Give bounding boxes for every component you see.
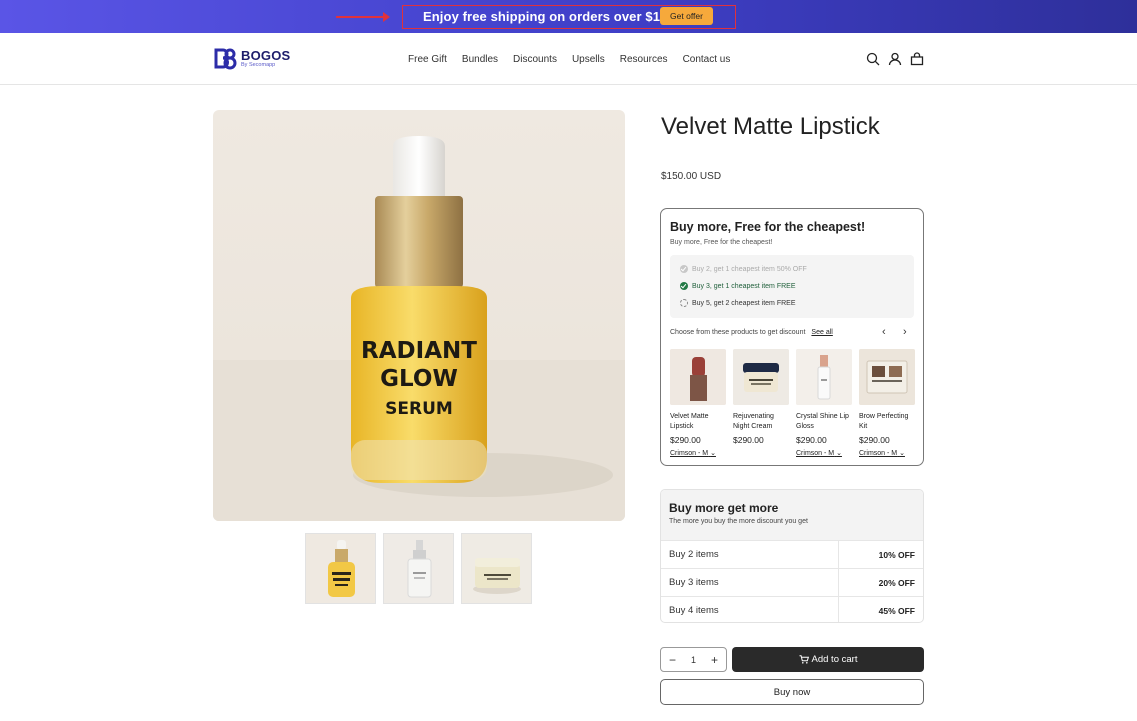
quantity-decrease-button[interactable]: − xyxy=(669,654,676,666)
product-name: Crystal Shine Lip Gloss xyxy=(796,413,849,430)
get-offer-button[interactable]: Get offer xyxy=(660,7,713,25)
dashed-circle-icon xyxy=(680,299,688,307)
offer-subtitle: Buy more, Free for the cheapest! xyxy=(670,239,773,246)
nav-bundles[interactable]: Bundles xyxy=(462,54,498,65)
search-icon[interactable] xyxy=(866,52,880,66)
tier-pending: Buy 5, get 2 cheapest item FREE xyxy=(680,299,796,307)
announcement-bar: Enjoy free shipping on orders over $150 … xyxy=(0,0,1137,33)
cream-jar-thumbnail-image xyxy=(462,534,531,603)
nav-discounts[interactable]: Discounts xyxy=(513,54,557,65)
carousel-prev-icon[interactable]: ‹ xyxy=(882,327,886,338)
discount-row-value: 45% OFF xyxy=(878,605,915,616)
logo[interactable]: BOGOS By Secomapp xyxy=(213,46,290,72)
serum-thumbnail-image xyxy=(306,534,375,603)
discount-row[interactable]: Buy 3 items 20% OFF xyxy=(661,568,923,597)
product-price: $290.00 xyxy=(733,435,764,445)
product-price: $290.00 xyxy=(796,435,827,445)
serum-thumbnail[interactable] xyxy=(305,533,376,604)
tier-label: Buy 2, get 1 cheapest item 50% OFF xyxy=(692,265,807,273)
product-price: $150.00 USD xyxy=(661,171,722,182)
offer-tiers: Buy 2, get 1 cheapest item 50% OFF Buy 3… xyxy=(670,255,914,318)
discount-row-value: 10% OFF xyxy=(878,549,915,560)
tier-disabled: Buy 2, get 1 cheapest item 50% OFF xyxy=(680,265,807,273)
add-to-cart-button[interactable]: Add to cart xyxy=(732,647,924,672)
offer-product-card[interactable]: Velvet Matte Lipstick $290.00 Crimson - … xyxy=(670,349,726,457)
hero-label-1: RADIANT xyxy=(361,338,477,364)
lipstick-image xyxy=(670,349,726,405)
shopping-cart-icon xyxy=(799,655,809,664)
spray-bottle-thumbnail-image xyxy=(384,534,453,603)
check-circle-icon xyxy=(680,282,688,290)
discount-row[interactable]: Buy 4 items 45% OFF xyxy=(661,596,923,622)
annotation-arrow xyxy=(336,12,390,22)
check-circle-icon xyxy=(680,265,688,273)
tier-label: Buy 3, get 1 cheapest item FREE xyxy=(692,282,796,290)
offer-product-card[interactable]: Crystal Shine Lip Gloss $290.00 Crimson … xyxy=(796,349,852,457)
discount-row-value: 20% OFF xyxy=(878,577,915,588)
discount-row-label: Buy 2 items xyxy=(669,549,719,560)
nav-upsells[interactable]: Upsells xyxy=(572,54,605,65)
lip-gloss-image xyxy=(796,349,852,405)
quantity-increase-button[interactable]: + xyxy=(711,654,718,666)
serum-bottle-image: RADIANT GLOW SERUM xyxy=(213,136,625,521)
nav-resources[interactable]: Resources xyxy=(620,54,668,65)
main-nav: Free Gift Bundles Discounts Upsells Reso… xyxy=(408,54,745,65)
offer-title: Buy more, Free for the cheapest! xyxy=(670,220,866,234)
see-all-link[interactable]: See all xyxy=(811,329,832,336)
hero-label-3: SERUM xyxy=(385,399,453,419)
nav-contact-us[interactable]: Contact us xyxy=(683,54,731,65)
choose-products-text: Choose from these products to get discou… xyxy=(670,329,833,336)
brand-name: BOGOS xyxy=(241,48,291,64)
choose-label: Choose from these products to get discou… xyxy=(670,329,806,336)
product-price: $290.00 xyxy=(859,435,890,445)
quantity-value[interactable]: 1 xyxy=(691,655,696,665)
product-hero-image[interactable]: RADIANT GLOW SERUM xyxy=(213,110,625,521)
discount-row-label: Buy 3 items xyxy=(669,577,719,588)
announcement-message: Enjoy free shipping on orders over $150 xyxy=(423,9,675,24)
volume-discount-title: Buy more get more xyxy=(669,501,779,515)
bogos-logo-icon xyxy=(214,48,237,70)
product-name: Rejuvenating Night Cream xyxy=(733,413,774,430)
chevron-down-icon: ⌄ xyxy=(710,450,716,457)
discount-row-label: Buy 4 items xyxy=(669,605,719,616)
offer-product-card[interactable]: Brow Perfecting Kit $290.00 Crimson - M … xyxy=(859,349,915,457)
nav-free-gift[interactable]: Free Gift xyxy=(408,54,447,65)
account-icon[interactable] xyxy=(888,52,902,66)
brow-kit-image xyxy=(859,349,915,405)
tier-active: Buy 3, get 1 cheapest item FREE xyxy=(680,282,796,290)
add-to-cart-label: Add to cart xyxy=(811,654,858,665)
chevron-down-icon: ⌄ xyxy=(836,450,842,457)
site-header: BOGOS By Secomapp Free Gift Bundles Disc… xyxy=(0,33,1137,85)
product-name: Brow Perfecting Kit xyxy=(859,413,909,430)
night-cream-image xyxy=(733,349,789,405)
spray-bottle-thumbnail[interactable] xyxy=(383,533,454,604)
variant-select[interactable]: Crimson - M ⌄ xyxy=(859,449,915,457)
volume-discount-subtitle: The more you buy the more discount you g… xyxy=(669,518,808,525)
quantity-stepper: − 1 + xyxy=(660,647,727,672)
volume-discount-widget: Buy more get more The more you buy the m… xyxy=(660,489,924,623)
carousel-next-icon[interactable]: › xyxy=(903,327,907,338)
bogo-offer-widget: Buy more, Free for the cheapest! Buy mor… xyxy=(660,208,924,466)
hero-label-2: GLOW xyxy=(380,366,458,392)
cart-icon[interactable] xyxy=(910,52,924,66)
product-price: $290.00 xyxy=(670,435,701,445)
offer-product-card[interactable]: Rejuvenating Night Cream $290.00 xyxy=(733,349,789,445)
product-name: Velvet Matte Lipstick xyxy=(670,413,709,430)
product-title: Velvet Matte Lipstick xyxy=(661,113,880,140)
variant-select[interactable]: Crimson - M ⌄ xyxy=(796,449,852,457)
buy-now-button[interactable]: Buy now xyxy=(660,679,924,705)
cream-jar-thumbnail[interactable] xyxy=(461,533,532,604)
variant-select[interactable]: Crimson - M ⌄ xyxy=(670,449,726,457)
discount-row[interactable]: Buy 2 items 10% OFF xyxy=(661,540,923,569)
tier-label: Buy 5, get 2 cheapest item FREE xyxy=(692,299,796,307)
brand-sub: By Secomapp xyxy=(241,62,276,69)
chevron-down-icon: ⌄ xyxy=(899,450,905,457)
header-icons xyxy=(866,52,924,66)
